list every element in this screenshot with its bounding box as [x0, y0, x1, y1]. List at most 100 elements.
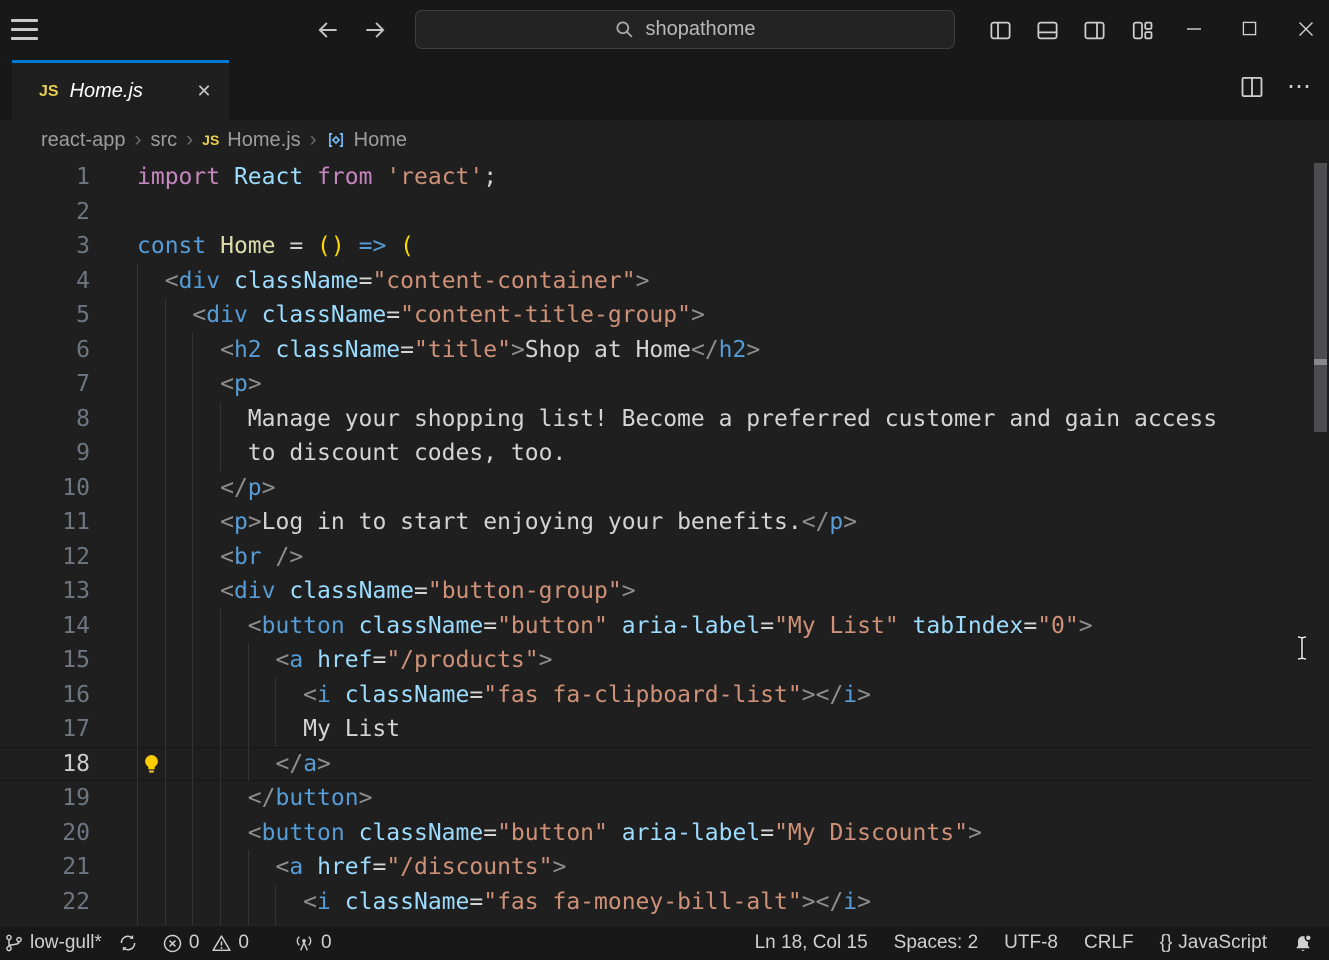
- code-line-22[interactable]: 22 <i className="fas fa-money-bill-alt">…: [0, 885, 1312, 920]
- scrollbar-thumb[interactable]: [1314, 163, 1327, 432]
- line-number: 17: [0, 712, 90, 747]
- code-line-16[interactable]: 16 <i className="fas fa-clipboard-list">…: [0, 678, 1312, 713]
- line-number: 15: [0, 643, 90, 678]
- code-line-8[interactable]: 8 Manage your shopping list! Become a pr…: [0, 402, 1312, 437]
- code-line-10[interactable]: 10 </p>: [0, 471, 1312, 506]
- encoding-status[interactable]: UTF-8: [996, 926, 1066, 960]
- menu-hamburger-icon[interactable]: [11, 19, 38, 40]
- braces-icon: {}: [1160, 932, 1173, 954]
- cursor-position-label: Ln 18, Col 15: [755, 932, 868, 954]
- cursor-position-status[interactable]: Ln 18, Col 15: [747, 926, 876, 960]
- command-center-search[interactable]: shopathome: [415, 10, 955, 49]
- git-branch-status[interactable]: low-gull*: [0, 926, 110, 960]
- code-text: <h2 className="title">Shop at Home</h2>: [137, 333, 760, 368]
- code-line-18[interactable]: 18 </a>: [0, 747, 1312, 782]
- code-line-15[interactable]: 15 <a href="/products">: [0, 643, 1312, 678]
- line-number: 7: [0, 367, 90, 402]
- layout-sidebar-right-icon: [1082, 18, 1107, 43]
- window-maximize-button[interactable]: [1226, 0, 1272, 57]
- code-text: <p>: [137, 367, 262, 402]
- chevron-right-icon: ›: [309, 128, 318, 152]
- chevron-right-icon: ›: [185, 128, 194, 152]
- problems-status[interactable]: 0 0: [154, 926, 257, 960]
- window-close-button[interactable]: [1283, 0, 1329, 57]
- split-editor-button[interactable]: [1239, 74, 1265, 100]
- line-number: 1: [0, 160, 90, 195]
- breadcrumb-item-folder[interactable]: react-app: [41, 129, 126, 152]
- search-text: shopathome: [645, 18, 755, 41]
- toggle-primary-sidebar-button[interactable]: [986, 16, 1014, 44]
- code-line-2[interactable]: 2: [0, 195, 1312, 230]
- code-line-17[interactable]: 17 My List: [0, 712, 1312, 747]
- code-line-11[interactable]: 11 <p>Log in to start enjoying your bene…: [0, 505, 1312, 540]
- code-text: to discount codes, too.: [137, 436, 566, 471]
- indentation-status[interactable]: Spaces: 2: [886, 926, 987, 960]
- more-actions-button[interactable]: ⋯: [1287, 77, 1313, 97]
- code-text: </button>: [137, 781, 372, 816]
- mouse-cursor-ibeam: [1294, 635, 1310, 661]
- code-line-4[interactable]: 4 <div className="content-container">: [0, 264, 1312, 299]
- maximize-icon: [1242, 21, 1257, 36]
- tab-home-js[interactable]: JS Home.js ✕: [12, 60, 229, 120]
- tab-close-button[interactable]: ✕: [191, 79, 217, 105]
- editor-tab-bar: JS Home.js ✕ ⋯: [0, 60, 1329, 120]
- eol-status[interactable]: CRLF: [1076, 926, 1142, 960]
- line-number: 19: [0, 781, 90, 816]
- line-number: 16: [0, 678, 90, 713]
- error-icon: [162, 933, 183, 954]
- line-number: 3: [0, 229, 90, 264]
- code-area: 1import React from 'react';23 const Home …: [0, 160, 1312, 925]
- arrow-right-icon: [362, 17, 388, 43]
- code-line-5[interactable]: 5 <div className="content-title-group">: [0, 298, 1312, 333]
- code-line-20[interactable]: 20 <button className="button" aria-label…: [0, 816, 1312, 851]
- nav-back-button[interactable]: [312, 14, 344, 46]
- code-text: <button className="button" aria-label="M…: [137, 816, 982, 851]
- line-number: 22: [0, 885, 90, 920]
- language-mode-status[interactable]: {} JavaScript: [1152, 926, 1275, 960]
- bell-icon: [1293, 933, 1313, 954]
- notifications-button[interactable]: [1285, 926, 1321, 960]
- symbol-variable-icon: [326, 130, 346, 150]
- status-bar: low-gull* 0 0: [0, 925, 1329, 960]
- code-line-12[interactable]: 12 <br />: [0, 540, 1312, 575]
- toggle-panel-button[interactable]: [1033, 16, 1061, 44]
- code-text: <div className="content-title-group">: [137, 298, 705, 333]
- warning-icon: [211, 933, 232, 954]
- code-text: <div className="button-group">: [137, 574, 636, 609]
- line-number: 12: [0, 540, 90, 575]
- breadcrumb-item-folder[interactable]: src: [151, 129, 178, 152]
- code-line-7[interactable]: 7 <p>: [0, 367, 1312, 402]
- editor-scrollbar[interactable]: [1312, 160, 1329, 925]
- line-number: 13: [0, 574, 90, 609]
- code-line-9[interactable]: 9 to discount codes, too.: [0, 436, 1312, 471]
- title-bar: shopathome: [0, 0, 1329, 60]
- line-number: 11: [0, 505, 90, 540]
- breadcrumb-item-file[interactable]: Home.js: [227, 129, 300, 152]
- git-sync-button[interactable]: [110, 926, 146, 960]
- code-text: <a href="/discounts">: [137, 850, 566, 885]
- close-icon: [1298, 21, 1314, 37]
- arrow-left-icon: [315, 17, 341, 43]
- code-line-14[interactable]: 14 <button className="button" aria-label…: [0, 609, 1312, 644]
- code-line-3[interactable]: 3 const Home = () => (: [0, 229, 1312, 264]
- customize-layout-button[interactable]: [1128, 16, 1156, 44]
- line-number: 10: [0, 471, 90, 506]
- breadcrumb-item-symbol[interactable]: Home: [354, 129, 407, 152]
- code-line-1[interactable]: 1import React from 'react';: [0, 160, 1312, 195]
- code-text: const Home = () => (: [137, 229, 414, 264]
- window-minimize-button[interactable]: [1171, 0, 1217, 57]
- split-editor-icon: [1239, 74, 1265, 100]
- ports-status[interactable]: 0: [285, 926, 340, 960]
- code-line-6[interactable]: 6 <h2 className="title">Shop at Home</h2…: [0, 333, 1312, 368]
- line-number: 14: [0, 609, 90, 644]
- js-file-icon: JS: [202, 132, 219, 148]
- nav-forward-button[interactable]: [359, 14, 391, 46]
- code-line-13[interactable]: 13 <div className="button-group">: [0, 574, 1312, 609]
- layout-sidebar-left-icon: [988, 18, 1013, 43]
- code-editor[interactable]: 1import React from 'react';23 const Home …: [0, 160, 1312, 925]
- tab-title: Home.js: [70, 80, 143, 103]
- scrollbar-overview-marker: [1314, 359, 1327, 365]
- toggle-secondary-sidebar-button[interactable]: [1080, 16, 1108, 44]
- code-line-21[interactable]: 21 <a href="/discounts">: [0, 850, 1312, 885]
- code-line-19[interactable]: 19 </button>: [0, 781, 1312, 816]
